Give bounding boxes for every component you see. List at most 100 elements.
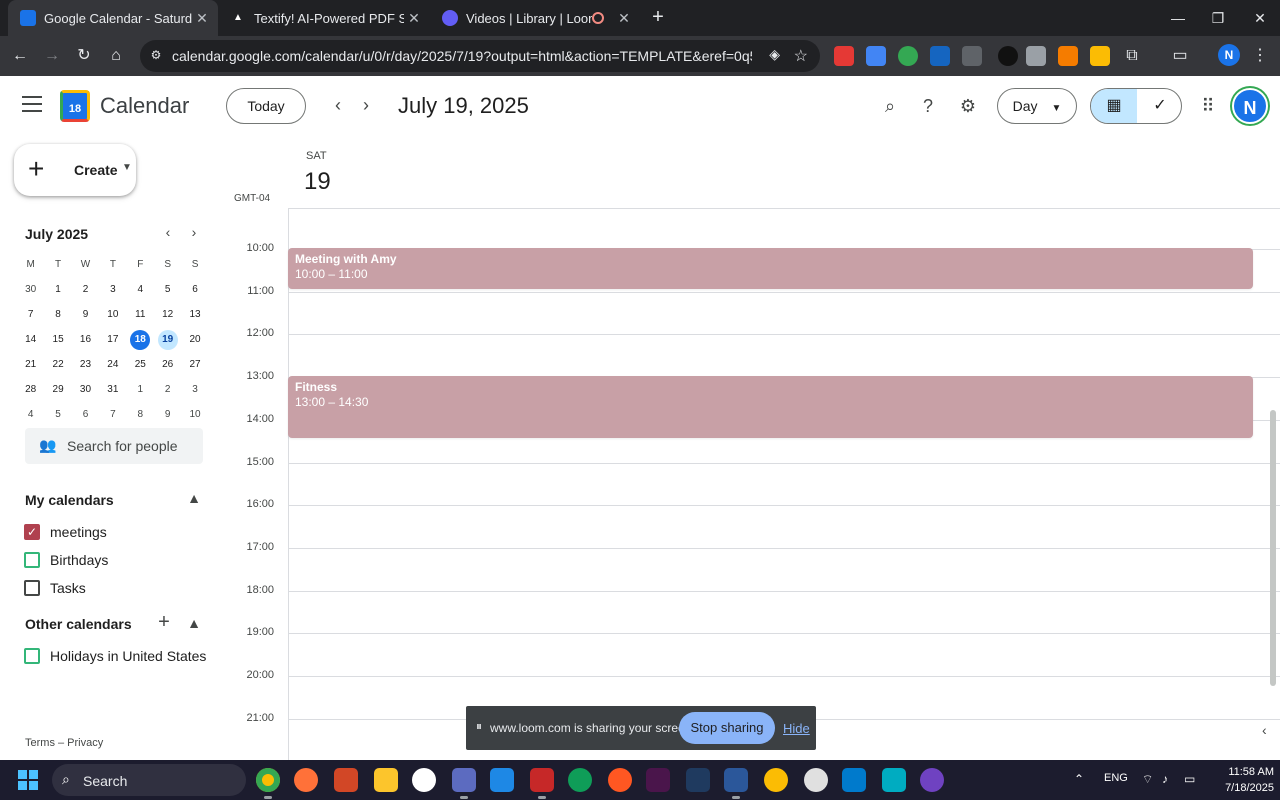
- terms-privacy-link[interactable]: Terms – Privacy: [25, 737, 103, 749]
- calendar-item-meetings[interactable]: ✓ meetings: [24, 522, 107, 542]
- mini-calendar-day[interactable]: 13: [181, 302, 208, 327]
- extensions-puzzle-icon[interactable]: ⧉: [1120, 44, 1144, 68]
- slack-app-icon[interactable]: [646, 768, 670, 792]
- restore-icon[interactable]: ❐: [1206, 6, 1230, 30]
- calendar-logo-icon[interactable]: 18: [60, 90, 90, 122]
- google-app-icon[interactable]: [412, 768, 436, 792]
- back-icon[interactable]: ←: [8, 44, 32, 68]
- powerpoint-app-icon[interactable]: [334, 768, 358, 792]
- mini-calendar-day[interactable]: 5: [154, 277, 181, 302]
- my-calendars-title[interactable]: My calendars: [25, 492, 114, 508]
- mini-calendar-day[interactable]: 18: [127, 327, 154, 352]
- mini-calendar-day[interactable]: 1: [44, 277, 71, 302]
- other-calendars-title[interactable]: Other calendars: [25, 616, 132, 632]
- mini-calendar-day[interactable]: 8: [127, 402, 154, 427]
- file-explorer-app-icon[interactable]: [374, 768, 398, 792]
- pdf-extension-icon[interactable]: [1090, 46, 1110, 66]
- mini-calendar-day[interactable]: 20: [181, 327, 208, 352]
- apps-grid-icon[interactable]: ⠿: [1196, 94, 1220, 118]
- browser-profile-avatar[interactable]: N: [1218, 44, 1240, 66]
- search-people-input[interactable]: 👥 Search for people: [25, 428, 203, 464]
- screenshot-extension-icon[interactable]: [866, 46, 886, 66]
- mini-calendar-day[interactable]: 8: [44, 302, 71, 327]
- day-number[interactable]: 19: [304, 168, 331, 196]
- add-calendar-plus-icon[interactable]: +: [154, 612, 174, 632]
- browser-menu-icon[interactable]: ⋮: [1248, 44, 1272, 68]
- side-panel-toggle-icon[interactable]: ‹: [1262, 722, 1267, 738]
- taskbar-clock[interactable]: 11:58 AM 7/18/2025: [1210, 764, 1274, 796]
- mini-calendar-day[interactable]: 9: [154, 402, 181, 427]
- mini-calendar-day[interactable]: 2: [72, 277, 99, 302]
- windows-start-icon[interactable]: [18, 770, 38, 790]
- firefox-app-icon[interactable]: [294, 768, 318, 792]
- chevron-up-icon[interactable]: ▲: [184, 490, 204, 506]
- mini-calendar-day[interactable]: 27: [181, 352, 208, 377]
- previous-day-icon[interactable]: ‹: [326, 94, 350, 118]
- new-tab-button[interactable]: +: [648, 6, 668, 30]
- mini-calendar-day[interactable]: 30: [72, 377, 99, 402]
- hide-share-bar-link[interactable]: Hide: [783, 721, 810, 736]
- close-tab-icon[interactable]: ✕: [614, 10, 634, 27]
- chevron-up-icon[interactable]: ⌃: [1074, 772, 1084, 786]
- dark-extension-icon[interactable]: [998, 46, 1018, 66]
- fox-extension-icon[interactable]: [1058, 46, 1078, 66]
- mini-calendar-day[interactable]: 26: [154, 352, 181, 377]
- minimize-icon[interactable]: —: [1166, 6, 1190, 30]
- site-info-icon[interactable]: ⚙: [148, 48, 164, 64]
- account-avatar[interactable]: N: [1232, 88, 1268, 124]
- edge-app-icon[interactable]: [568, 768, 592, 792]
- chrome-app-icon[interactable]: [256, 768, 280, 799]
- side-panel-icon[interactable]: ▭: [1168, 44, 1192, 68]
- mini-calendar-day[interactable]: 2: [154, 377, 181, 402]
- wifi-icon[interactable]: ⌔: [1142, 772, 1153, 787]
- checkbox-icon[interactable]: [24, 580, 40, 596]
- close-window-icon[interactable]: ✕: [1248, 6, 1272, 30]
- help-icon[interactable]: ?: [916, 94, 940, 118]
- mini-calendar-day[interactable]: 6: [72, 402, 99, 427]
- create-button[interactable]: + Create ▼: [14, 144, 136, 196]
- input-language[interactable]: ENG: [1104, 772, 1128, 784]
- accessories-app-icon[interactable]: [452, 768, 476, 799]
- docs-extension-icon[interactable]: [930, 46, 950, 66]
- calendar-view-icon[interactable]: ▦: [1091, 89, 1137, 123]
- adblock-extension-icon[interactable]: [834, 46, 854, 66]
- taskbar-search[interactable]: ⌕ Search: [52, 764, 246, 796]
- word-app-icon[interactable]: [724, 768, 748, 799]
- mini-calendar-day[interactable]: 21: [17, 352, 44, 377]
- mini-prev-month-icon[interactable]: ‹: [158, 224, 178, 244]
- next-day-icon[interactable]: ›: [354, 94, 378, 118]
- tab-google-calendar[interactable]: Google Calendar - Saturday, Jul ✕: [8, 0, 218, 36]
- calculator-app-icon[interactable]: [490, 768, 514, 792]
- mini-calendar-day[interactable]: 7: [17, 302, 44, 327]
- mini-calendar-day[interactable]: 6: [181, 277, 208, 302]
- drag-handle-icon[interactable]: ⏸: [476, 719, 482, 734]
- mini-calendar-day[interactable]: 9: [72, 302, 99, 327]
- stats-app-icon[interactable]: [686, 768, 710, 792]
- mini-calendar-day[interactable]: 17: [99, 327, 126, 352]
- mini-calendar-day[interactable]: 30: [17, 277, 44, 302]
- mini-next-month-icon[interactable]: ›: [184, 224, 204, 244]
- mini-calendar-day[interactable]: 10: [99, 302, 126, 327]
- mini-calendar-day[interactable]: 3: [181, 377, 208, 402]
- event-meeting-with-amy[interactable]: Meeting with Amy 10:00 – 11:00: [288, 248, 1253, 289]
- notes-app-icon[interactable]: [882, 768, 906, 792]
- mini-calendar-day[interactable]: 24: [99, 352, 126, 377]
- mini-calendar-day[interactable]: 1: [127, 377, 154, 402]
- vscode-app-icon[interactable]: [842, 768, 866, 792]
- mini-calendar-day[interactable]: 5: [44, 402, 71, 427]
- acrobat-app-icon[interactable]: [530, 768, 554, 799]
- event-fitness[interactable]: Fitness 13:00 – 14:30: [288, 376, 1253, 438]
- tab-loom[interactable]: Videos | Library | Loom ✕: [430, 0, 640, 36]
- reload-icon[interactable]: ↻: [72, 44, 96, 68]
- view-switcher[interactable]: Day ▼: [997, 88, 1077, 124]
- mini-calendar-day[interactable]: 14: [17, 327, 44, 352]
- app-name[interactable]: Calendar: [100, 93, 189, 119]
- lens-icon[interactable]: ◈: [769, 46, 780, 63]
- mini-calendar-day[interactable]: 3: [99, 277, 126, 302]
- tasks-view-icon[interactable]: ✓: [1137, 89, 1181, 123]
- chatgpt-app-icon[interactable]: [804, 768, 828, 792]
- mini-calendar-day[interactable]: 31: [99, 377, 126, 402]
- chrome-canary-app-icon[interactable]: [764, 768, 788, 792]
- mini-calendar-day[interactable]: 22: [44, 352, 71, 377]
- calendar-item-birthdays[interactable]: Birthdays: [24, 550, 108, 570]
